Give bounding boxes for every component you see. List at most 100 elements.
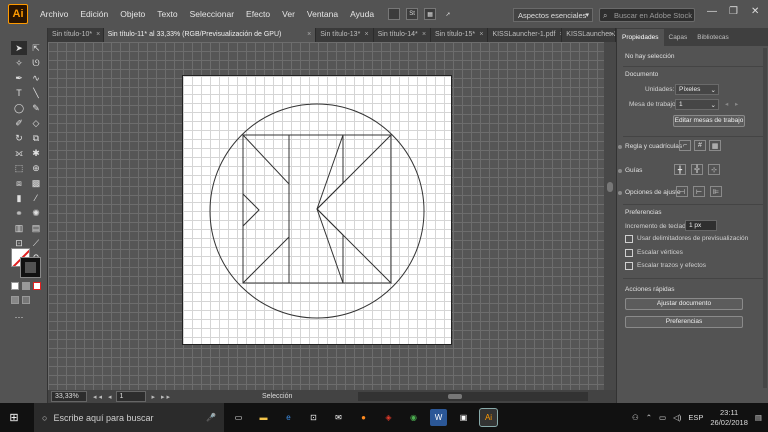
artboard-prev-icon[interactable]: ◂ — [725, 100, 728, 108]
blend-tool-icon[interactable]: ⚭ — [11, 206, 27, 220]
preferences-button[interactable]: Preferencias — [625, 316, 743, 328]
tab-sin-titulo-14[interactable]: Sin título-14* × — [374, 28, 432, 42]
scale-corners-checkbox[interactable] — [625, 249, 633, 257]
artboard-nav-prev[interactable]: ◂◂ ◂ — [93, 393, 114, 401]
menu-texto[interactable]: Texto — [151, 9, 183, 19]
illustrator-icon[interactable]: Ai — [479, 408, 498, 427]
scale-strokes-checkbox[interactable] — [625, 262, 633, 270]
close-tab-icon[interactable]: × — [365, 31, 369, 39]
photos-icon[interactable]: ▣ — [455, 409, 472, 426]
clock[interactable]: 23:11 26/02/2018 — [710, 408, 748, 428]
width-tool-icon[interactable]: ⟗ — [11, 146, 27, 160]
tab-propiedades[interactable]: Propiedades — [617, 28, 664, 46]
column-graph-tool-icon[interactable]: ▥ — [11, 221, 27, 235]
vertical-scrollbar[interactable] — [604, 42, 616, 390]
close-tab-icon[interactable]: × — [479, 31, 483, 39]
menu-ventana[interactable]: Ventana — [301, 9, 344, 19]
edit-artboards-button[interactable]: Editar mesas de trabajo — [673, 115, 745, 127]
transparency-grid-icon[interactable]: ▦ — [709, 140, 721, 151]
zoom-field[interactable]: 33,33% — [51, 391, 87, 402]
language-indicator[interactable]: ESP — [688, 413, 703, 422]
gpu-performance-icon[interactable]: ➚ — [442, 8, 454, 20]
lock-guides-icon[interactable]: ╬ — [691, 164, 703, 175]
canvas[interactable] — [48, 42, 604, 390]
puppet-warp-tool-icon[interactable]: ✱ — [28, 146, 44, 160]
horizontal-scrollbar[interactable] — [358, 392, 589, 401]
line-tool-icon[interactable]: ╲ — [28, 86, 44, 100]
workspace-switcher[interactable]: Aspectos esenciales ▾ — [513, 8, 593, 22]
tab-kisslauncher-1[interactable]: KISSLauncher-1.pdf× — [488, 28, 563, 42]
tab-sin-titulo-11[interactable]: Sin título-11* al 33,33% (RGB/Previsuali… — [103, 28, 317, 42]
snap-to-grid-icon[interactable]: ⊣ — [676, 186, 688, 197]
artboard-number-field[interactable]: 1 — [115, 391, 146, 402]
horizontal-scroll-thumb[interactable] — [448, 394, 463, 399]
draw-normal-icon[interactable] — [11, 296, 19, 304]
eraser-tool-icon[interactable]: ◇ — [28, 116, 44, 130]
word-icon[interactable]: W — [430, 409, 447, 426]
lasso-tool-icon[interactable]: ᘎ — [28, 56, 44, 70]
screen-mode-icon[interactable] — [22, 296, 30, 304]
menu-archivo[interactable]: Archivo — [34, 9, 74, 19]
artwork[interactable] — [183, 76, 453, 346]
free-transform-tool-icon[interactable]: ⬚ — [11, 161, 27, 175]
notifications-icon[interactable]: ▤ — [755, 413, 762, 422]
people-icon[interactable]: ⚇ — [632, 413, 639, 422]
preview-bounds-checkbox[interactable] — [625, 235, 633, 243]
mail-icon[interactable]: ✉ — [330, 409, 347, 426]
stock-search-input[interactable]: ⌕ Buscar en Adobe Stock — [599, 8, 695, 22]
volume-icon[interactable]: ◁) — [673, 413, 681, 422]
bar-graph-tool-icon[interactable]: ▤ — [28, 221, 44, 235]
maximize-button[interactable]: ❐ — [729, 6, 738, 17]
tab-sin-titulo-13[interactable]: Sin título-13* × — [316, 28, 374, 42]
none-icon[interactable] — [33, 282, 41, 290]
artboard-nav-next[interactable]: ▸ ▸▸ — [152, 393, 173, 401]
artboard-select[interactable]: 1 ⌄ — [675, 99, 719, 110]
menu-ver[interactable]: Ver — [276, 9, 301, 19]
rotate-tool-icon[interactable]: ↻ — [11, 131, 27, 145]
stock-button[interactable]: St — [406, 8, 419, 20]
symbol-sprayer-tool-icon[interactable]: ✺ — [28, 206, 44, 220]
shape-builder-tool-icon[interactable]: ⊕ — [28, 161, 44, 175]
close-button[interactable]: ✕ — [751, 6, 759, 17]
menu-edicion[interactable]: Edición — [74, 9, 114, 19]
tab-bibliotecas[interactable]: Bibliotecas — [692, 29, 733, 46]
more-tools-icon[interactable]: ⋯ — [11, 310, 27, 324]
eyedropper-tool-icon[interactable]: ⁄ — [28, 191, 44, 205]
ellipse-tool-icon[interactable]: ◯ — [11, 101, 27, 115]
tab-sin-titulo-10[interactable]: Sin título-10* × — [48, 28, 104, 42]
smart-guides-icon[interactable]: ⊹ — [708, 164, 720, 175]
mesh-tool-icon[interactable]: ▩ — [28, 176, 44, 190]
tab-sin-titulo-15[interactable]: Sin título-15* × — [431, 28, 489, 42]
vertical-scroll-thumb[interactable] — [607, 182, 613, 192]
gradient-tool-icon[interactable]: ▮ — [11, 191, 27, 205]
panel-scrollbar[interactable] — [763, 48, 767, 388]
windows-start-icon[interactable]: ⊞ — [2, 403, 26, 432]
type-tool-icon[interactable]: T — [11, 86, 27, 100]
minimize-button[interactable]: — — [707, 6, 717, 17]
scale-tool-icon[interactable]: ⧉ — [28, 131, 44, 145]
tab-capas[interactable]: Capas — [664, 29, 693, 46]
edge-icon[interactable]: e — [280, 409, 297, 426]
artboard[interactable] — [182, 75, 452, 345]
arrange-documents-icon[interactable]: ▦ — [424, 8, 437, 20]
shaper-tool-icon[interactable]: ✐ — [11, 116, 27, 130]
pen-tool-icon[interactable]: ✒ — [11, 71, 27, 85]
keyboard-increment-input[interactable]: 1 px — [685, 220, 717, 231]
menu-efecto[interactable]: Efecto — [240, 9, 276, 19]
close-tab-icon[interactable]: × — [96, 31, 100, 39]
file-explorer-icon[interactable]: ▬ — [255, 409, 272, 426]
task-view-icon[interactable]: ▭ — [230, 409, 247, 426]
direct-selection-tool-icon[interactable]: ⇱ — [28, 41, 44, 55]
gradient-icon[interactable] — [22, 282, 30, 290]
tab-kisslauncher-2[interactable]: KISSLauncher-2. — [562, 28, 617, 42]
curvature-tool-icon[interactable]: ∿ — [28, 71, 44, 85]
taskbar-search[interactable]: ○ Escribe aquí para buscar 🎤 — [34, 403, 224, 432]
bridge-icon[interactable] — [388, 8, 401, 20]
menu-ayuda[interactable]: Ayuda — [344, 9, 380, 19]
snap-to-point-icon[interactable]: ⊢ — [693, 186, 705, 197]
perspective-grid-tool-icon[interactable]: ⧈ — [11, 176, 27, 190]
chrome-icon[interactable]: ◉ — [405, 409, 422, 426]
color-icon[interactable] — [11, 282, 19, 290]
selection-tool-icon[interactable]: ➤ — [11, 41, 27, 55]
magic-wand-tool-icon[interactable]: ✧ — [11, 56, 27, 70]
